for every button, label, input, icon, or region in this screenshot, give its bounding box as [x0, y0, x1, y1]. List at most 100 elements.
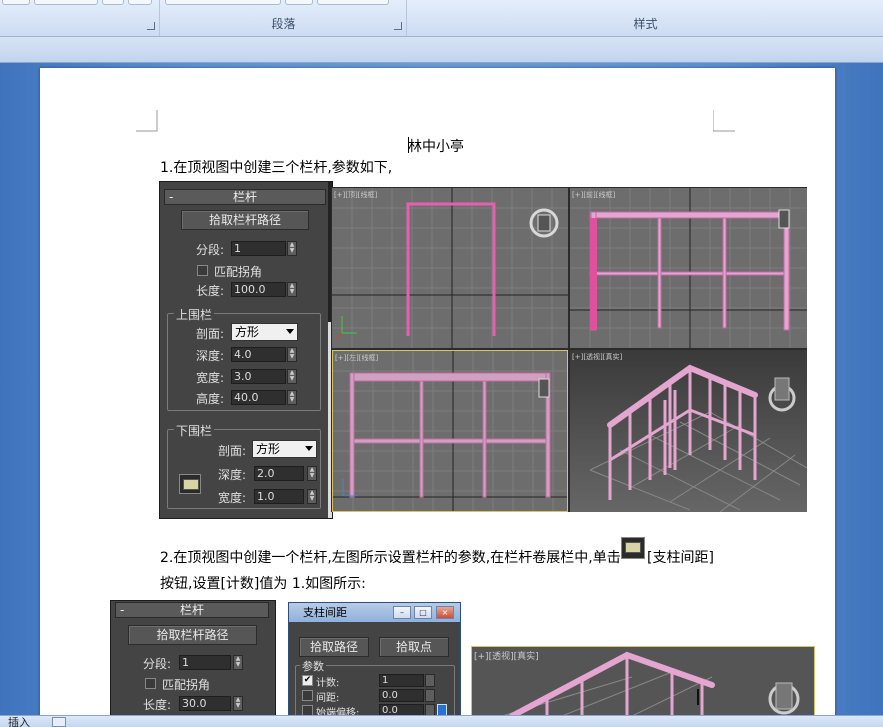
maximize-icon[interactable]: □ [414, 606, 432, 619]
top-depth-label: 深度: [196, 349, 225, 363]
rollout-title: 栏杆 [179, 603, 204, 617]
top-depth-spinner[interactable]: 4.0 [231, 347, 286, 362]
status-bar: 插入 [0, 715, 883, 727]
viewport-top[interactable]: [+][顶][线框] [332, 188, 568, 348]
spinner-arrows-icon[interactable]: ▲ ▼ [287, 369, 297, 384]
ribbon-group-font [0, 0, 160, 36]
spinner-arrows-icon[interactable]: ▲ ▼ [307, 489, 317, 504]
railing-panel-2: - 栏杆 拾取栏杆路径 分段: 1 ▲ ▼ 匹配拐角 长度: 30.0 ▲ ▼ [110, 600, 276, 715]
spinner-arrows-icon[interactable]: ▲ ▼ [287, 241, 297, 256]
pick-railing-path-button[interactable]: 拾取栏杆路径 [181, 210, 309, 230]
length-spinner[interactable]: 100.0 [231, 282, 286, 297]
step2-text-b: [支柱间距] [647, 550, 714, 566]
dialog-title: 支柱间距 [303, 606, 347, 619]
length-label: 长度: [143, 698, 172, 712]
length-label: 长度: [196, 284, 225, 298]
count-checkbox[interactable]: ✔ [302, 675, 313, 686]
step2-text-line2: 按钮,设置[计数]值为 1.如图所示: [160, 576, 366, 592]
top-height-spinner[interactable]: 40.0 [231, 390, 286, 405]
spinner-arrows-icon[interactable]: ▲ ▼ [233, 655, 243, 670]
post-spacing-icon[interactable] [179, 474, 201, 494]
ribbon-button[interactable] [34, 0, 98, 5]
top-profile-label: 剖面: [196, 327, 225, 341]
bottom-profile-dropdown[interactable]: 方形 [252, 440, 317, 458]
top-height-label: 高度: [196, 392, 225, 406]
text-cursor [408, 137, 409, 153]
railing-panel: - 栏杆 拾取栏杆路径 分段: 1 ▲ ▼ 匹配拐角 长度: 100.0 ▲ ▼ 上围… [159, 181, 333, 519]
ribbon-button[interactable] [2, 0, 30, 5]
spacing-spinner[interactable]: 0.0 [379, 689, 424, 702]
spinner-arrows-icon[interactable]: ▲ ▼ [233, 696, 243, 711]
close-icon[interactable]: × [436, 606, 454, 619]
rollout-header[interactable]: - 栏杆 [164, 189, 326, 205]
chevron-down-icon [305, 446, 313, 451]
post-spacing-icon [621, 537, 645, 559]
styles-group-label: 样式 [633, 17, 658, 31]
viewport-perspective-2-label[interactable]: [+][透视][真实] [474, 649, 539, 662]
bottom-width-spinner[interactable]: 1.0 [254, 489, 304, 504]
chevron-down-icon [286, 329, 294, 334]
rollout-title: 栏杆 [232, 190, 257, 204]
spinner-arrows-icon[interactable]: ▲ ▼ [287, 347, 297, 362]
margin-corner-icon [136, 110, 158, 132]
spinner-arrows-icon[interactable]: ▲ ▼ [307, 466, 317, 481]
top-profile-dropdown[interactable]: 方形 [231, 323, 298, 341]
viewport-left[interactable]: [+][左][线框] [332, 350, 568, 512]
viewport-front-label[interactable]: [+][前][线框] [572, 190, 615, 200]
pick-point-button[interactable]: 拾取点 [379, 637, 449, 657]
top-profile-value: 方形 [235, 325, 260, 339]
ribbon-button[interactable] [102, 0, 124, 5]
top-viewport-drawing [332, 188, 568, 348]
viewport-perspective-2[interactable]: [+][透视][真实] [471, 646, 815, 715]
pick-path-button[interactable]: 拾取路径 [299, 637, 369, 657]
ribbon-button[interactable] [128, 0, 152, 5]
dialog-launcher-icon[interactable] [147, 22, 155, 30]
top-rail-legend: 上围栏 [174, 306, 215, 323]
viewport-perspective-label[interactable]: [+][透视][真实] [572, 352, 622, 362]
minimize-icon[interactable]: – [393, 606, 411, 619]
spacing-checkbox[interactable] [302, 690, 313, 701]
segments-spinner[interactable]: 1 [231, 241, 286, 256]
match-corners-label: 匹配拐角 [214, 265, 263, 279]
perspective-viewport-drawing [589, 364, 807, 512]
margin-corner-icon [713, 110, 735, 132]
params-legend: 参数 [300, 658, 326, 674]
match-corners-checkbox[interactable] [145, 678, 156, 689]
bottom-profile-label: 剖面: [218, 444, 247, 458]
bottom-profile-value: 方形 [256, 442, 281, 456]
match-corners-checkbox[interactable] [197, 265, 208, 276]
viewport-front[interactable]: [+][前][线框] [570, 188, 807, 348]
ribbon-bottom-bar [0, 37, 883, 63]
pick-railing-path-button[interactable]: 拾取栏杆路径 [128, 625, 257, 645]
bottom-depth-spinner[interactable]: 2.0 [254, 466, 304, 481]
spinner-arrows-icon[interactable]: ▲ ▼ [287, 282, 297, 297]
front-viewport-drawing [570, 188, 807, 348]
spinner-arrows-icon[interactable]: ▲ ▼ [287, 390, 297, 405]
post-spacing-dialog: 支柱间距 – □ × 拾取路径 拾取点 参数 ✔ 计数: 1 间距: 0.0 始… [288, 602, 461, 725]
ribbon-group-styles: 样式 [408, 0, 883, 36]
top-width-spinner[interactable]: 3.0 [231, 369, 286, 384]
segments-label: 分段: [196, 243, 225, 257]
document-title: 林中小亭 [408, 139, 464, 155]
viewport-perspective[interactable]: [+][透视][真实] [570, 350, 807, 512]
length-spinner[interactable]: 30.0 [179, 696, 231, 711]
bottom-depth-label: 深度: [218, 468, 247, 482]
viewport-left-label[interactable]: [+][左][线框] [335, 353, 378, 363]
spinner-arrows-icon[interactable] [425, 674, 435, 687]
ribbon-button[interactable] [285, 0, 313, 5]
ribbon-button[interactable] [317, 0, 389, 5]
insert-mode-label[interactable]: 插入 [8, 714, 30, 727]
macro-icon[interactable] [52, 717, 66, 727]
rollout-header[interactable]: - 栏杆 [115, 602, 269, 618]
match-corners-label: 匹配拐角 [162, 678, 211, 692]
bottom-width-label: 宽度: [218, 491, 247, 505]
dialog-title-bar[interactable]: 支柱间距 [289, 603, 460, 622]
ribbon-button[interactable] [165, 0, 281, 5]
segments-spinner[interactable]: 1 [179, 655, 231, 670]
spinner-arrows-icon[interactable] [425, 689, 435, 702]
top-width-label: 宽度: [196, 371, 225, 385]
count-label: 计数: [316, 678, 340, 689]
count-spinner[interactable]: 1 [379, 674, 424, 687]
viewport-top-label[interactable]: [+][顶][线框] [334, 190, 377, 200]
dialog-launcher-icon[interactable] [394, 22, 402, 30]
